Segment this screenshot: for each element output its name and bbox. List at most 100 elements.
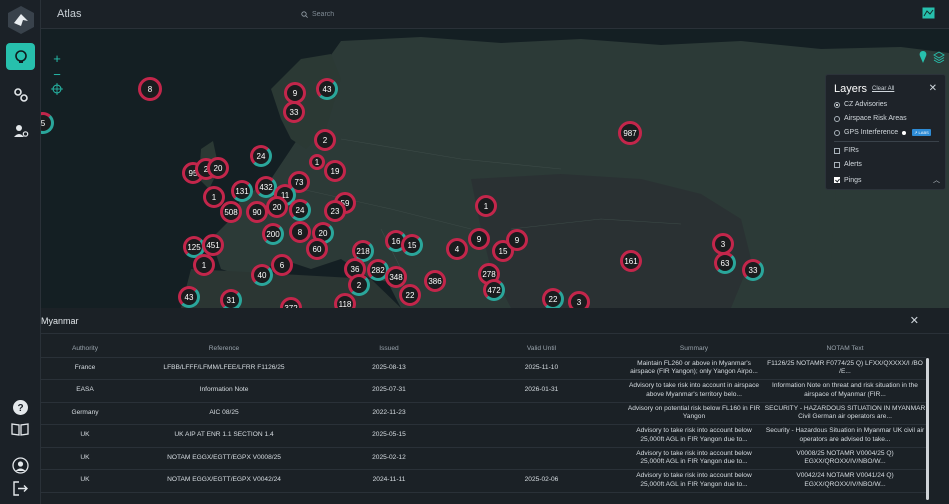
table-row[interactable]: EASA Information Note 2025-07-31 2026-01…: [41, 379, 926, 403]
chevron-up-icon[interactable]: ︿: [933, 175, 940, 185]
layers-stack-icon[interactable]: [933, 51, 945, 63]
table-row[interactable]: Germany AIC 08/25 2022-11-23 Advisory on…: [41, 402, 926, 425]
map-cluster[interactable]: 33: [283, 101, 305, 123]
layer-option-firs[interactable]: FIRs: [834, 147, 944, 154]
column-header[interactable]: Reference: [129, 341, 319, 358]
map-cluster[interactable]: 1: [475, 195, 497, 217]
help-button[interactable]: ?: [10, 397, 30, 417]
checkbox-icon[interactable]: [834, 161, 840, 168]
clear-all-link[interactable]: Clear All: [872, 86, 894, 92]
map-cluster[interactable]: 9: [468, 228, 490, 250]
sidebar-item-settings[interactable]: [6, 81, 35, 108]
map-cluster[interactable]: 43: [178, 286, 200, 308]
map-cluster[interactable]: 22: [399, 284, 421, 306]
details-panel: Myanmar ✕ Authority Reference Issued Val…: [41, 308, 949, 504]
map-cluster[interactable]: 2: [348, 274, 370, 296]
map-cluster[interactable]: 22: [542, 288, 564, 308]
map-cluster[interactable]: 33: [742, 259, 764, 281]
radio-icon[interactable]: [834, 101, 840, 108]
map-cluster[interactable]: 9: [506, 229, 528, 251]
sidebar-item-advisories[interactable]: [6, 43, 35, 70]
column-header[interactable]: Authority: [41, 341, 129, 358]
locate-button[interactable]: [50, 83, 64, 99]
details-close-button[interactable]: ✕: [910, 314, 919, 327]
map-cluster[interactable]: 131: [231, 180, 253, 202]
map-cluster[interactable]: 161: [620, 250, 642, 272]
table-row[interactable]: UK NOTAM EGGX/EGTT/EGPX V0008/25 2025-02…: [41, 447, 926, 470]
docs-button[interactable]: [10, 419, 30, 439]
cell-valid-until: [459, 424, 624, 448]
cell-valid-until: 2025-11-10: [459, 357, 624, 380]
layer-option-airspace-risk-areas[interactable]: Airspace Risk Areas: [834, 115, 944, 122]
map-cluster[interactable]: 20: [266, 196, 288, 218]
layer-label: GPS Interference: [844, 129, 899, 136]
map-cluster[interactable]: 3: [568, 291, 590, 308]
checkbox-icon[interactable]: [834, 147, 840, 154]
account-button[interactable]: [10, 455, 30, 475]
map-cluster[interactable]: 60: [306, 238, 328, 260]
map-cluster[interactable]: 31: [220, 289, 242, 308]
map-cluster[interactable]: 987: [618, 121, 642, 145]
column-header[interactable]: Issued: [319, 341, 459, 358]
map-cluster[interactable]: 19: [324, 160, 346, 182]
cell-reference: AIC 08/25: [129, 402, 319, 425]
cell-summary: Maintain FL260 or above in Myanmar's air…: [624, 357, 764, 380]
checkbox-icon[interactable]: [834, 177, 840, 183]
layers-close-button[interactable]: ✕: [929, 83, 937, 94]
column-header[interactable]: NOTAM Text: [764, 341, 926, 358]
radio-icon[interactable]: [834, 115, 840, 122]
layer-option-pings[interactable]: Pings ︿: [834, 175, 944, 185]
location-pin-icon[interactable]: [919, 51, 927, 63]
column-header[interactable]: Valid Until: [459, 341, 624, 358]
map-cluster[interactable]: 2: [314, 129, 336, 151]
map-cluster[interactable]: 472: [483, 279, 505, 301]
map-cluster[interactable]: 40: [251, 264, 273, 286]
layer-option-alerts[interactable]: Alerts: [834, 161, 944, 168]
cell-authority: UK: [41, 447, 129, 470]
layer-option-cz-advisories[interactable]: CZ Advisories: [834, 101, 944, 108]
map-cluster[interactable]: 386: [424, 270, 446, 292]
map-cluster[interactable]: 200: [262, 223, 284, 245]
cell-authority: Germany: [41, 402, 129, 425]
map-cluster[interactable]: 24: [289, 199, 311, 221]
map-view-icon[interactable]: [922, 7, 935, 19]
map-cluster[interactable]: 90: [246, 201, 268, 223]
search-box[interactable]: [301, 6, 491, 22]
logout-button[interactable]: [10, 478, 30, 498]
map-cluster[interactable]: 63: [714, 252, 736, 274]
sidebar-item-user-settings[interactable]: [6, 117, 35, 144]
layer-label: Alerts: [844, 161, 862, 168]
map-cluster[interactable]: 508: [220, 201, 242, 223]
map-cluster[interactable]: 451: [202, 234, 224, 256]
table-scrollbar[interactable]: [926, 358, 929, 500]
map-cluster[interactable]: 24: [250, 145, 272, 167]
table-row[interactable]: UK NOTAM EGGX/EGTT/EGPX V0042/24 2024-11…: [41, 469, 926, 493]
map-cluster[interactable]: 23: [324, 200, 346, 222]
cell-notam-text: SECURITY - HAZARDOUS SITUATION IN MYANMA…: [764, 402, 926, 425]
app-logo-icon[interactable]: [6, 5, 36, 35]
column-header[interactable]: Summary: [624, 341, 764, 358]
zoom-out-button[interactable]: −: [50, 67, 64, 83]
map-cluster[interactable]: 15: [401, 234, 423, 256]
zoom-in-button[interactable]: +: [50, 51, 64, 67]
radio-icon[interactable]: [834, 129, 840, 136]
help-icon: ?: [12, 399, 28, 415]
map-view[interactable]: + − 8 9 43 5 33 2 987 24 1 19 95 2 20 73…: [41, 29, 949, 308]
map-cluster[interactable]: 20: [207, 157, 229, 179]
layers-panel: Layers Clear All ✕ CZ Advisories Airspac…: [825, 74, 946, 190]
map-cluster[interactable]: 8: [289, 221, 311, 243]
map-cluster[interactable]: 118: [334, 293, 356, 308]
map-cluster[interactable]: 1: [309, 154, 325, 170]
map-cluster[interactable]: 1: [193, 254, 215, 276]
map-cluster[interactable]: 43: [316, 78, 338, 100]
layer-option-gps-interference[interactable]: GPS Interference ↗ LABS: [834, 129, 944, 136]
country-title: Myanmar: [41, 316, 79, 326]
table-row[interactable]: UK UK AIP AT ENR 1.1 SECTION 1.4 2025-05…: [41, 424, 926, 448]
cell-authority: UK: [41, 424, 129, 448]
table-row[interactable]: France LFBB/LFFF/LFMM/LFEE/LFRR F1126/25…: [41, 357, 926, 380]
map-cluster[interactable]: 6: [271, 254, 293, 276]
cell-issued: 2025-08-13: [319, 357, 459, 380]
search-input[interactable]: [312, 10, 482, 18]
map-cluster[interactable]: 8: [138, 77, 162, 101]
map-cluster[interactable]: 4: [446, 238, 468, 260]
